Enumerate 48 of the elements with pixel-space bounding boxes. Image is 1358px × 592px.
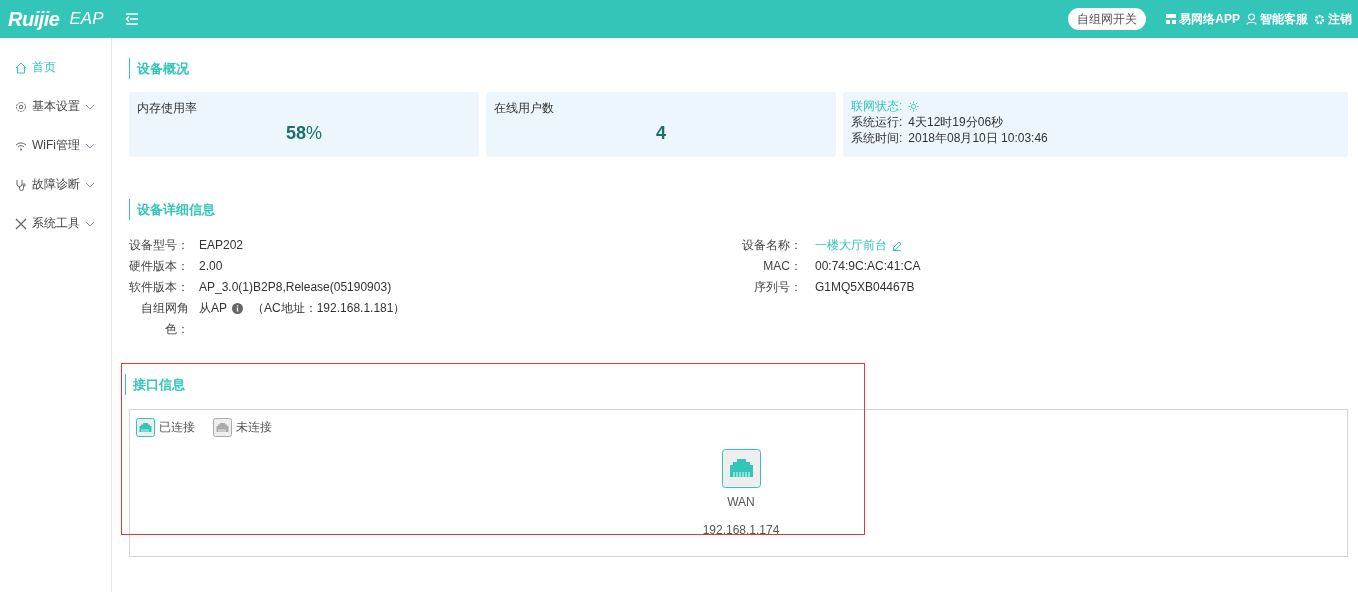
legend-label: 未连接 <box>236 419 272 436</box>
info-value: EAP202 <box>199 237 244 254</box>
info-value: 2.00 <box>199 258 223 275</box>
product-name: EAP <box>69 9 104 29</box>
gear-icon <box>1314 13 1325 25</box>
tools-icon <box>15 217 27 230</box>
status-value: 4天12时19分06秒 <box>908 115 1004 129</box>
card-value: 58% <box>285 123 322 144</box>
info-value: AP_3.0(1)B2P8,Release(05190903) <box>199 279 392 296</box>
info-label: MAC： <box>762 258 802 275</box>
sidebar-item[interactable]: 系统工具 <box>0 204 111 243</box>
legend-label: 已连接 <box>159 419 195 436</box>
status-label: 系统运行: <box>851 115 903 129</box>
section-title: 接口信息 <box>125 374 185 395</box>
sidebar-item[interactable]: 基本设置 <box>0 87 111 126</box>
info-value: 00:74:9C:AC:41:CA <box>815 258 921 275</box>
status-label: 系统时间: <box>851 131 903 145</box>
card-label: 在线用户数 <box>494 100 555 117</box>
info-value: 从AP <box>199 300 227 317</box>
pencil-icon[interactable] <box>892 240 902 251</box>
info-label: 序列号： <box>753 279 802 296</box>
info-label: 设备型号： <box>129 237 190 254</box>
info-label: 设备名称： <box>741 237 802 254</box>
info-label: 自组网角色： <box>140 300 189 338</box>
card-value: 4 <box>656 123 666 144</box>
port-name: WAN <box>727 495 755 509</box>
section-title: 设备概况 <box>129 58 189 79</box>
status-label: 联网状态: <box>851 99 903 113</box>
sidebar-item[interactable]: 故障诊断 <box>0 165 111 204</box>
ethernet-port-icon[interactable] <box>721 449 761 488</box>
info-value: G1MQ5XB04467B <box>815 279 915 296</box>
info-label: 硬件版本： <box>129 258 190 275</box>
settings-icon <box>15 100 27 113</box>
user-icon <box>1246 13 1257 25</box>
wifi-icon <box>15 139 27 152</box>
sidebar-item[interactable]: WiFi管理 <box>0 126 111 165</box>
info-note: （AC地址：192.168.1.181） <box>252 300 406 317</box>
mesh-switch-button[interactable]: 自组网开关 <box>1068 8 1147 30</box>
status-value: 2018年08月10日 10:03:46 <box>908 131 1048 145</box>
logo: Ruijie <box>8 7 60 31</box>
home-icon <box>15 61 27 74</box>
info-label: 软件版本： <box>129 279 190 296</box>
stethoscope-icon <box>15 178 27 191</box>
section-title: 设备详细信息 <box>129 199 215 220</box>
menu-icon[interactable] <box>125 13 140 25</box>
qr-code-icon <box>1166 14 1177 24</box>
card-label: 内存使用率 <box>137 100 198 117</box>
port-ip: 192.168.1.174 <box>702 523 780 537</box>
